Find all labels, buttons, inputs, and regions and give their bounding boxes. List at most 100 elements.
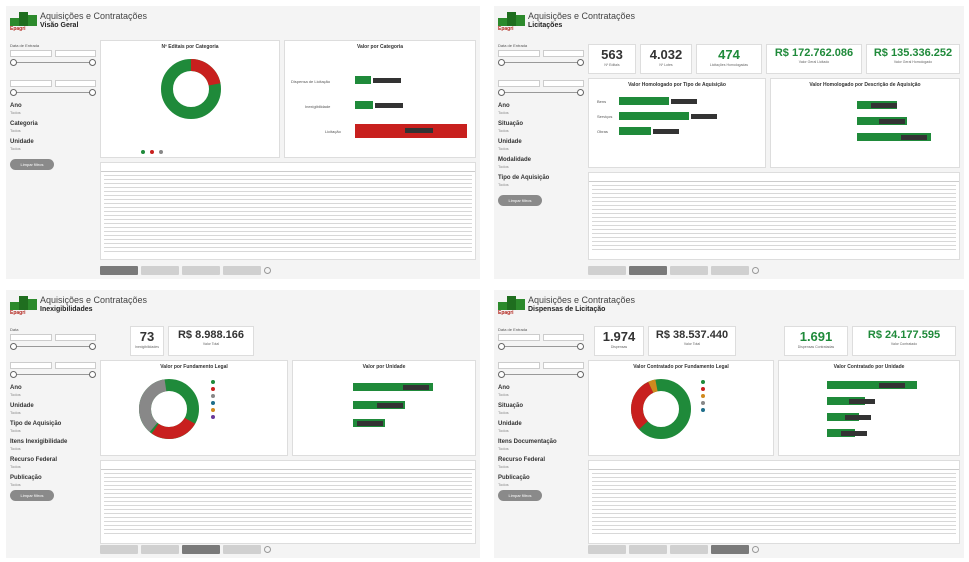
category-filter[interactable]: Todos — [10, 128, 96, 133]
tab-inexigibilidades[interactable] — [182, 545, 220, 554]
date-start-input[interactable] — [498, 50, 540, 57]
range-start-input[interactable] — [498, 80, 540, 87]
date-slider[interactable] — [498, 59, 584, 67]
publication-filter[interactable]: Todos — [498, 482, 584, 487]
donut-legend — [701, 377, 771, 412]
unidade-bars-panel: Valor Contratado por Unidade — [778, 360, 960, 456]
situation-filter-label: Situação — [498, 121, 524, 127]
resource-filter[interactable]: Todos — [10, 464, 96, 469]
range-end-input[interactable] — [54, 80, 96, 87]
bar-obras[interactable] — [619, 127, 651, 135]
bar-servicos[interactable] — [619, 112, 689, 120]
tab-licitacoes[interactable] — [629, 545, 667, 554]
situation-filter[interactable]: Todos — [498, 128, 584, 133]
info-icon[interactable] — [752, 546, 759, 553]
type-filter[interactable]: Todos — [498, 182, 584, 187]
bar-bens[interactable] — [619, 97, 669, 105]
bar-inexigibilidade[interactable] — [355, 101, 373, 109]
tab-licitacoes[interactable] — [141, 545, 179, 554]
unit-filter[interactable]: Todos — [498, 428, 584, 433]
tab-visao-geral[interactable] — [588, 266, 626, 275]
range-start-input[interactable] — [10, 80, 52, 87]
epagri-logo: Epagri — [498, 294, 525, 316]
unit-filter[interactable]: Todos — [498, 146, 584, 151]
type-filter[interactable]: Todos — [10, 428, 96, 433]
page-title: Licitações — [528, 22, 563, 29]
range-slider[interactable] — [498, 89, 584, 97]
info-icon[interactable] — [752, 267, 759, 274]
tab-licitacoes[interactable] — [141, 266, 179, 275]
clear-filters-button[interactable]: Limpar filtros — [498, 490, 542, 501]
info-icon[interactable] — [264, 267, 271, 274]
page-tabs — [100, 266, 271, 275]
chart-title: Valor Homologado por Tipo de Aquisição — [628, 82, 726, 88]
date-start-input[interactable] — [498, 334, 540, 341]
tab-inexigibilidades[interactable] — [670, 266, 708, 275]
range-slider[interactable] — [10, 371, 96, 379]
kpi-lotes: 4.032 Nº Lotes — [640, 44, 692, 74]
modality-filter-label: Modalidade — [498, 157, 532, 163]
date-start-input[interactable] — [10, 334, 52, 341]
kpi-valor-total: R$ 38.537.440 Valor Total — [648, 326, 736, 356]
tab-inexigibilidades[interactable] — [182, 266, 220, 275]
fundamento-donut — [139, 379, 199, 439]
range-start-input[interactable] — [498, 362, 540, 369]
range-end-input[interactable] — [54, 362, 96, 369]
unit-filter[interactable]: Todos — [10, 410, 96, 415]
dashboard-inexigibilidades: Epagri Aquisições e Contratações Inexigi… — [6, 290, 480, 558]
tab-visao-geral[interactable] — [588, 545, 626, 554]
resource-filter[interactable]: Todos — [498, 464, 584, 469]
publication-filter[interactable]: Todos — [10, 482, 96, 487]
date-end-input[interactable] — [542, 334, 584, 341]
date-slider[interactable] — [10, 59, 96, 67]
tab-licitacoes[interactable] — [629, 266, 667, 275]
tab-visao-geral[interactable] — [100, 266, 138, 275]
unit-filter[interactable]: Todos — [10, 146, 96, 151]
bar-value-tag — [691, 114, 717, 119]
donut-legend — [211, 377, 281, 419]
info-icon[interactable] — [264, 546, 271, 553]
year-filter-label: Ano — [498, 385, 510, 391]
date-end-input[interactable] — [54, 334, 96, 341]
range-end-input[interactable] — [542, 362, 584, 369]
kpi-homologadas: 474 Licitações Homologadas — [696, 44, 762, 74]
bar-dispensa[interactable] — [355, 76, 371, 84]
year-filter[interactable]: Todos — [498, 392, 584, 397]
range-slider[interactable] — [10, 89, 96, 97]
publication-filter-label: Publicação — [498, 475, 530, 481]
bar-value-tag — [671, 99, 697, 104]
clear-filters-button[interactable]: Limpar filtros — [10, 490, 54, 501]
date-slider[interactable] — [10, 343, 96, 351]
tab-dispensas[interactable] — [711, 545, 749, 554]
unit-filter-label: Unidade — [10, 403, 34, 409]
dashboard-dispensas: Epagri Aquisições e Contratações Dispens… — [494, 290, 964, 558]
dispensas-table — [588, 460, 960, 544]
tab-inexigibilidades[interactable] — [670, 545, 708, 554]
date-end-input[interactable] — [542, 50, 584, 57]
year-filter[interactable]: Todos — [498, 110, 584, 115]
type-filter-label: Tipo de Aquisição — [10, 421, 62, 427]
situation-filter[interactable]: Todos — [498, 410, 584, 415]
tab-dispensas[interactable] — [711, 266, 749, 275]
range-slider[interactable] — [498, 371, 584, 379]
clear-filters-button[interactable]: Limpar filtros — [498, 195, 542, 206]
filter-sidebar: Data de Entrada Ano Todos Categoria Todo… — [10, 40, 96, 275]
range-end-input[interactable] — [542, 80, 584, 87]
items-filter[interactable]: Todos — [498, 446, 584, 451]
year-filter[interactable]: Todos — [10, 110, 96, 115]
modality-filter[interactable]: Todos — [498, 164, 584, 169]
date-start-input[interactable] — [10, 50, 52, 57]
date-slider[interactable] — [498, 343, 584, 351]
year-filter-label: Ano — [10, 385, 22, 391]
items-filter[interactable]: Todos — [10, 446, 96, 451]
filter-sidebar: Data de Entrada Ano Todos Situação Todos… — [498, 324, 584, 554]
unit-filter-label: Unidade — [10, 139, 34, 145]
app-title: Aquisições e Contratações — [528, 295, 636, 305]
tab-visao-geral[interactable] — [100, 545, 138, 554]
range-start-input[interactable] — [10, 362, 52, 369]
clear-filters-button[interactable]: Limpar filtros — [10, 159, 54, 170]
year-filter[interactable]: Todos — [10, 392, 96, 397]
tab-dispensas[interactable] — [223, 545, 261, 554]
tab-dispensas[interactable] — [223, 266, 261, 275]
date-end-input[interactable] — [54, 50, 96, 57]
